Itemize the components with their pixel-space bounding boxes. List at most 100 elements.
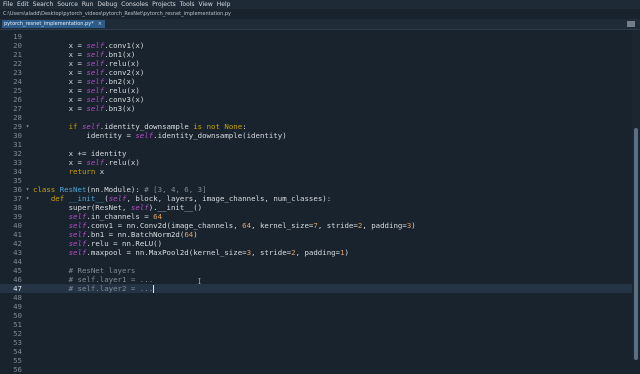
code-line[interactable]: 39 self.in_channels = 64: [0, 212, 632, 221]
code-line[interactable]: 53: [0, 338, 632, 347]
code-token: .in_channels =: [86, 212, 154, 221]
code-line[interactable]: 54: [0, 347, 632, 356]
code-token: :: [242, 122, 247, 131]
code-line[interactable]: 51: [0, 320, 632, 329]
scrollbar-thumb[interactable]: [634, 128, 638, 360]
code-line[interactable]: 34 return x: [0, 167, 632, 176]
fold-toggle-icon[interactable]: ▾: [24, 185, 31, 194]
code-line[interactable]: 26 x = self.conv3(x): [0, 95, 632, 104]
code-line[interactable]: 36 ▾ class ResNet(nn.Module): # [3, 4, 6, …: [0, 185, 632, 194]
code-token: if: [68, 122, 82, 131]
menu-source[interactable]: Source: [57, 1, 78, 8]
code-editor[interactable]: 19 20 x = self.conv1(x) 21 x = self.bn1(x)…: [0, 30, 632, 374]
code-text: x = self.bn3(x): [33, 104, 136, 113]
code-line[interactable]: 40 self.conv1 = nn.Conv2d(image_channels…: [0, 221, 632, 230]
line-number: 29: [13, 122, 22, 131]
menu-edit[interactable]: Edit: [17, 1, 29, 8]
fold-toggle-icon[interactable]: ▾: [24, 194, 31, 203]
code-line[interactable]: 21 x = self.bn1(x): [0, 50, 632, 59]
code-text: x += identity: [33, 149, 127, 158]
menu-projects[interactable]: Projects: [152, 1, 176, 8]
close-icon[interactable]: ×: [98, 20, 102, 28]
line-number: 43: [13, 248, 22, 257]
code-token: 64: [153, 212, 163, 221]
menu-file[interactable]: File: [3, 1, 13, 8]
menu-view[interactable]: View: [199, 1, 213, 8]
code-line[interactable]: 43 self.maxpool = nn.MaxPool2d(kernel_si…: [0, 248, 632, 257]
code-token: x: [99, 167, 105, 176]
line-number: 20: [13, 41, 22, 50]
menu-help[interactable]: Help: [217, 1, 231, 8]
code-line[interactable]: 25 x = self.relu(x): [0, 86, 632, 95]
editor-tab-active[interactable]: pytorch_resnet_implementation.py* ×: [2, 20, 105, 28]
code-token: is not None: [193, 122, 243, 131]
menu-debug[interactable]: Debug: [97, 1, 117, 8]
code-token: super(ResNet,: [33, 203, 131, 212]
code-line[interactable]: 29 ▾ if self.identity_downsample is not N…: [0, 122, 632, 131]
line-number: 53: [13, 338, 22, 347]
line-number: 35: [13, 176, 22, 185]
code-token: __init__: [68, 194, 105, 203]
code-line[interactable]: 55: [0, 356, 632, 365]
fold-toggle-icon[interactable]: ▾: [24, 122, 31, 131]
line-number: 44: [13, 257, 22, 266]
vertical-scrollbar[interactable]: [632, 30, 640, 360]
code-token: x =: [33, 95, 87, 104]
code-token: # self.layer2 = ...: [68, 284, 154, 293]
code-line[interactable]: 49: [0, 302, 632, 311]
code-token: x =: [33, 59, 87, 68]
code-token: # ResNet layers: [68, 266, 136, 275]
code-line[interactable]: 20 x = self.conv1(x): [0, 41, 632, 50]
line-number: 26: [13, 95, 22, 104]
tab-options-icon[interactable]: [626, 20, 636, 28]
code-line[interactable]: 23 x = self.conv2(x): [0, 68, 632, 77]
code-token: ): [411, 221, 416, 230]
code-line[interactable]: 45 # ResNet layers: [0, 266, 632, 275]
code-line[interactable]: 37 ▾ def __init__(self, block, layers, im…: [0, 194, 632, 203]
code-line[interactable]: 44: [0, 257, 632, 266]
code-token: .conv1 = nn.Conv2d(image_channels,: [86, 221, 243, 230]
line-number: 27: [13, 104, 22, 113]
code-line[interactable]: 38 super(ResNet, self).__init__(): [0, 203, 632, 212]
code-token: return: [68, 167, 100, 176]
code-token: ): [344, 248, 349, 257]
code-text: x = self.conv1(x): [33, 41, 145, 50]
line-number: 34: [13, 167, 22, 176]
code-line[interactable]: 56: [0, 365, 632, 374]
code-token: self: [86, 86, 105, 95]
line-number: 40: [13, 221, 22, 230]
code-line[interactable]: 22 x = self.relu(x): [0, 59, 632, 68]
code-line[interactable]: 31: [0, 140, 632, 149]
code-line[interactable]: 19: [0, 32, 632, 41]
code-line[interactable]: 47 # self.layer2 = ...: [0, 284, 632, 293]
code-token: self: [86, 41, 105, 50]
menu-search[interactable]: Search: [33, 1, 54, 8]
code-line[interactable]: 24 x = self.bn2(x): [0, 77, 632, 86]
code-line[interactable]: 42 self.relu = nn.ReLU(): [0, 239, 632, 248]
code-line[interactable]: 28: [0, 113, 632, 122]
code-line[interactable]: 52: [0, 329, 632, 338]
menu-run[interactable]: Run: [82, 1, 94, 8]
code-token: ): [193, 230, 198, 239]
line-number: 42: [13, 239, 22, 248]
menu-consoles[interactable]: Consoles: [121, 1, 148, 8]
code-line[interactable]: 48: [0, 293, 632, 302]
code-line[interactable]: 30 identity = self.identity_downsample(i…: [0, 131, 632, 140]
code-line[interactable]: 50: [0, 311, 632, 320]
code-line[interactable]: 35: [0, 176, 632, 185]
code-text: super(ResNet, self).__init__(): [33, 203, 203, 212]
code-line[interactable]: 46 # self.layer1 = ...: [0, 275, 632, 284]
code-text: self.in_channels = 64: [33, 212, 162, 221]
code-line[interactable]: 41 self.bn1 = nn.BatchNorm2d(64): [0, 230, 632, 239]
code-line[interactable]: 27 x = self.bn3(x): [0, 104, 632, 113]
menu-tools[interactable]: Tools: [180, 1, 195, 8]
code-line[interactable]: 32 x += identity: [0, 149, 632, 158]
code-line[interactable]: 33 x = self.relu(x): [0, 158, 632, 167]
code-token: .maxpool = nn.MaxPool2d(kernel_size=: [86, 248, 247, 257]
code-token: self: [86, 77, 105, 86]
